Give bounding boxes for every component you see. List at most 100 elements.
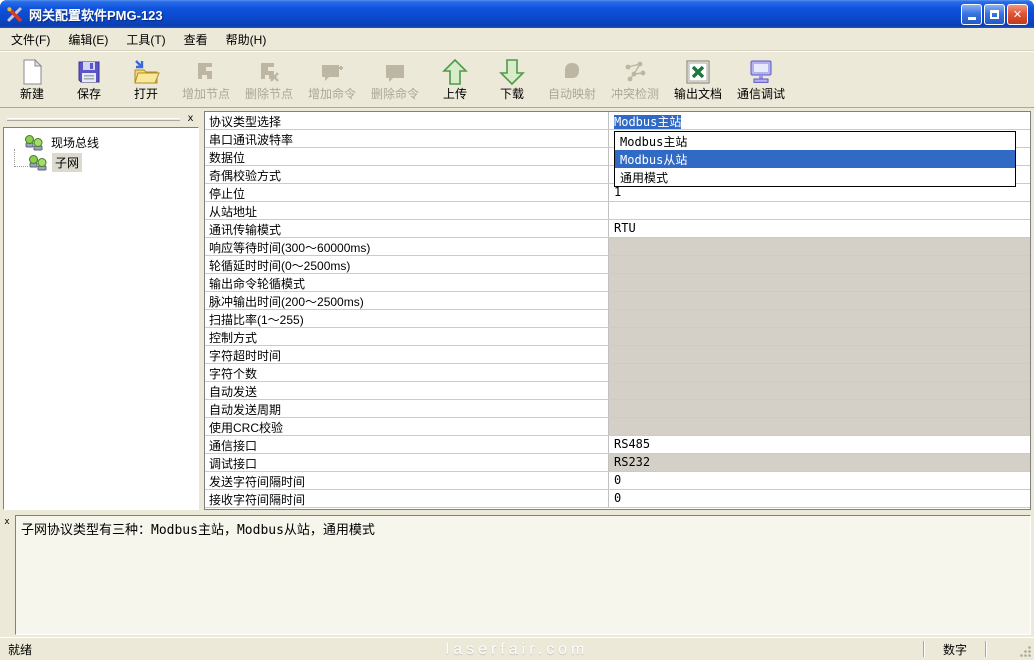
property-value[interactable] (609, 382, 1030, 399)
status-bar: 就绪 laserfair.com 数字 (0, 637, 1034, 660)
property-row[interactable]: 自动发送 (205, 382, 1030, 400)
open-icon (132, 57, 160, 87)
new-file-icon (21, 57, 43, 87)
property-row[interactable]: 自动发送周期 (205, 400, 1030, 418)
tree-connector (14, 149, 28, 167)
dropdown-option[interactable]: 通用模式 (615, 168, 1015, 186)
property-label: 数据位 (205, 148, 609, 165)
property-row[interactable]: 扫描比率(1～255) (205, 310, 1030, 328)
info-panel-close-icon[interactable]: x (1, 517, 13, 529)
close-icon: ✕ (1013, 8, 1022, 21)
property-row[interactable]: 输出命令轮循模式 (205, 274, 1030, 292)
main-area: x 现场总线 (0, 108, 1034, 512)
menu-item[interactable]: 文件(F) (2, 28, 59, 51)
menu-item[interactable]: 工具(T) (117, 28, 174, 51)
property-value[interactable] (609, 292, 1030, 309)
dropdown-option[interactable]: Modbus从站 (615, 150, 1015, 168)
tree-panel-header: x (3, 111, 199, 127)
property-label: 从站地址 (205, 202, 609, 219)
auto-map-button: 自动映射 (541, 53, 603, 103)
property-value[interactable] (609, 328, 1030, 345)
tree-connector (14, 129, 24, 147)
add-command-icon (319, 57, 345, 87)
tree-node[interactable]: 子网 (6, 152, 196, 172)
property-label: 通讯传输模式 (205, 220, 609, 237)
property-value[interactable] (609, 274, 1030, 291)
tree-panel-close-icon[interactable]: x (184, 113, 197, 126)
export-doc-button[interactable]: 输出文档 (667, 53, 729, 103)
status-separator (923, 641, 925, 657)
comm-debug-button[interactable]: 通信调试 (730, 53, 792, 103)
status-separator (985, 641, 987, 657)
property-row[interactable]: 使用CRC校验 (205, 418, 1030, 436)
property-value[interactable] (609, 238, 1030, 255)
protocol-dropdown-list: Modbus主站 Modbus从站 通用模式 (614, 131, 1016, 187)
conflict-check-button: 冲突检测 (604, 53, 666, 103)
new-button[interactable]: 新建 (4, 53, 60, 103)
title-bar: 网关配置软件PMG-123 ✕ (0, 0, 1034, 28)
add-node-button: 增加节点 (175, 53, 237, 103)
property-row[interactable]: 控制方式 (205, 328, 1030, 346)
menu-item[interactable]: 帮助(H) (217, 28, 276, 51)
property-row[interactable]: 响应等待时间(300～60000ms) (205, 238, 1030, 256)
info-text: 子网协议类型有三种：Modbus主站，Modbus从站，通用模式 (15, 515, 1031, 635)
menu-item[interactable]: 编辑(E) (59, 28, 117, 51)
delete-node-icon (256, 57, 282, 87)
menu-item[interactable]: 查看 (175, 28, 217, 51)
minimize-button[interactable] (961, 4, 982, 25)
add-command-button: 增加命令 (301, 53, 363, 103)
property-row[interactable]: 脉冲输出时间(200～2500ms) (205, 292, 1030, 310)
close-button[interactable]: ✕ (1007, 4, 1028, 25)
add-node-icon (193, 57, 219, 87)
tree-node-label: 子网 (52, 153, 82, 172)
property-value[interactable] (609, 400, 1030, 417)
dropdown-option[interactable]: Modbus主站 (615, 132, 1015, 150)
property-value[interactable]: RTU (609, 220, 1030, 237)
property-value[interactable] (609, 346, 1030, 363)
property-value[interactable] (609, 364, 1030, 381)
tree-node-label: 现场总线 (48, 133, 102, 152)
property-value[interactable]: RS485 (609, 436, 1030, 453)
property-label: 轮循延时时间(0～2500ms) (205, 256, 609, 273)
property-row[interactable]: 轮循延时时间(0～2500ms) (205, 256, 1030, 274)
app-logo-icon (6, 5, 24, 23)
property-row[interactable]: 接收字符间隔时间 0 (205, 490, 1030, 508)
property-value[interactable]: Modbus主站 (609, 112, 1030, 129)
maximize-button[interactable] (984, 4, 1005, 25)
toolbar: 新建 保存 打开 增加节点 删除节点 (0, 51, 1034, 108)
open-button[interactable]: 打开 (118, 53, 174, 103)
resize-grip[interactable] (1019, 645, 1032, 658)
status-num-pane: 数字 (927, 641, 983, 658)
property-value[interactable] (609, 202, 1030, 219)
property-label: 串口通讯波特率 (205, 130, 609, 147)
property-row[interactable]: 协议类型选择 Modbus主站 (205, 112, 1030, 130)
property-label: 自动发送周期 (205, 400, 609, 417)
property-label: 接收字符间隔时间 (205, 490, 609, 507)
property-label: 控制方式 (205, 328, 609, 345)
minimize-icon (968, 17, 976, 20)
property-label: 通信接口 (205, 436, 609, 453)
tree-node[interactable]: 现场总线 (6, 132, 196, 152)
delete-node-button: 删除节点 (238, 53, 300, 103)
download-button[interactable]: 下载 (484, 53, 540, 103)
network-node-icon (24, 134, 44, 151)
property-value[interactable] (609, 310, 1030, 327)
property-row[interactable]: 字符个数 (205, 364, 1030, 382)
property-row[interactable]: 字符超时时间 (205, 346, 1030, 364)
panel-gripper[interactable] (7, 118, 180, 121)
property-row[interactable]: 通讯传输模式 RTU (205, 220, 1030, 238)
property-row[interactable]: 通信接口 RS485 (205, 436, 1030, 454)
property-value[interactable] (609, 256, 1030, 273)
property-label: 响应等待时间(300～60000ms) (205, 238, 609, 255)
property-value[interactable]: 0 (609, 472, 1030, 489)
property-row[interactable]: 调试接口 RS232 (205, 454, 1030, 472)
property-row[interactable]: 发送字符间隔时间 0 (205, 472, 1030, 490)
property-value[interactable] (609, 418, 1030, 435)
save-button[interactable]: 保存 (61, 53, 117, 103)
property-row[interactable]: 从站地址 (205, 202, 1030, 220)
property-value[interactable]: 0 (609, 490, 1030, 507)
property-value[interactable]: RS232 (609, 454, 1030, 471)
upload-button[interactable]: 上传 (427, 53, 483, 103)
property-label: 使用CRC校验 (205, 418, 609, 435)
device-tree: 现场总线 子网 (3, 127, 199, 510)
